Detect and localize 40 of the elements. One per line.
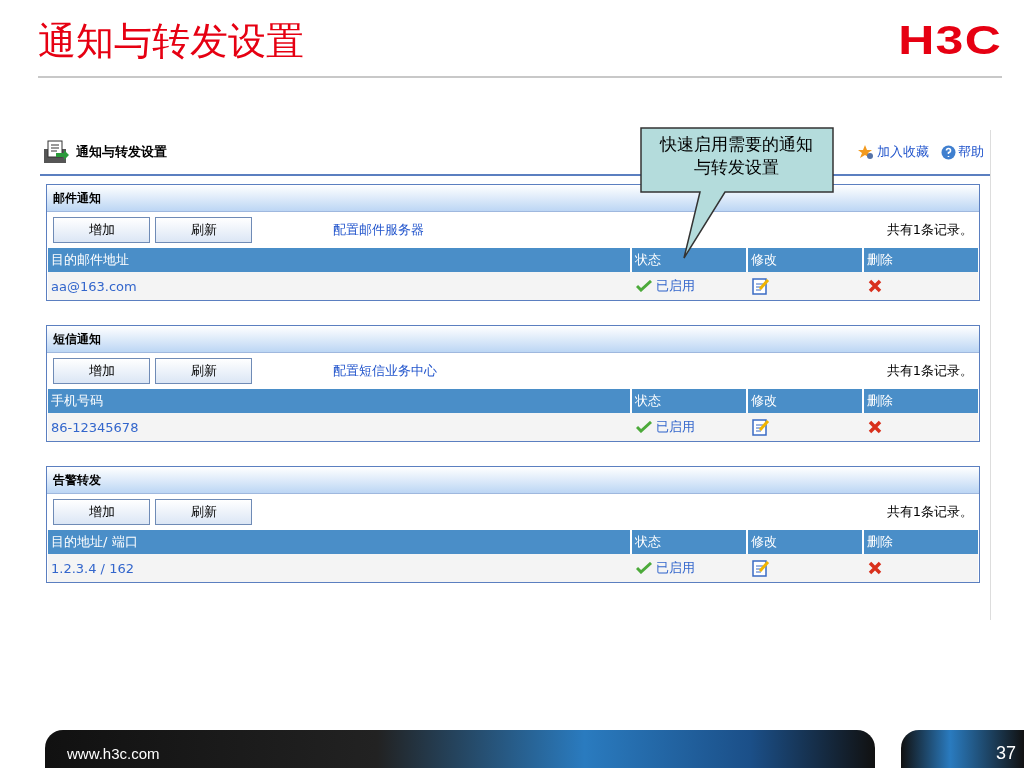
section-title: 告警转发 (47, 467, 979, 494)
column-header: 修改 (746, 248, 862, 272)
header-link[interactable]: 帮助 (941, 143, 984, 161)
toolbar-button[interactable]: 增加 (53, 358, 150, 384)
record-count: 共有1条记录。 (886, 362, 973, 380)
column-header: 状态 (630, 248, 746, 272)
table-cell: 1.2.3.4 / 162 (48, 554, 630, 582)
column-header: 删除 (862, 530, 978, 554)
column-header: 修改 (746, 530, 862, 554)
table-cell: aa@163.com (48, 272, 630, 300)
footer-url: www.h3c.com (67, 745, 160, 762)
page-title: 通知与转发设置 (76, 143, 167, 161)
logo: H3C (898, 16, 1002, 63)
column-header: 状态 (630, 389, 746, 413)
column-header: 手机号码 (48, 389, 630, 413)
slide-title: 通知与转发设置 (38, 17, 304, 65)
column-header: 目的邮件地址 (48, 248, 630, 272)
callout-text: 快速启用需要的通知与转发设置 (658, 133, 814, 179)
column-header: 修改 (746, 389, 862, 413)
record-count: 共有1条记录。 (886, 221, 973, 239)
page-number: 37 (995, 743, 1016, 764)
record-count: 共有1条记录。 (886, 503, 973, 521)
status-text: 已启用 (656, 418, 695, 436)
header-link[interactable]: 加入收藏 (857, 143, 929, 161)
toolbar-button[interactable]: 增加 (53, 217, 150, 243)
toolbar-button[interactable]: 刷新 (155, 217, 252, 243)
column-header: 删除 (862, 248, 978, 272)
section-title: 邮件通知 (47, 185, 979, 212)
config-link[interactable]: 配置短信业务中心 (333, 362, 437, 380)
column-header: 状态 (630, 530, 746, 554)
column-header: 目的地址/ 端口 (48, 530, 630, 554)
config-link[interactable]: 配置邮件服务器 (333, 221, 424, 239)
section-title: 短信通知 (47, 326, 979, 353)
status-text: 已启用 (656, 277, 695, 295)
toolbar-button[interactable]: 刷新 (155, 358, 252, 384)
toolbar-button[interactable]: 增加 (53, 499, 150, 525)
status-text: 已启用 (656, 559, 695, 577)
table-cell: 86-12345678 (48, 413, 630, 441)
toolbar-button[interactable]: 刷新 (155, 499, 252, 525)
column-header: 删除 (862, 389, 978, 413)
